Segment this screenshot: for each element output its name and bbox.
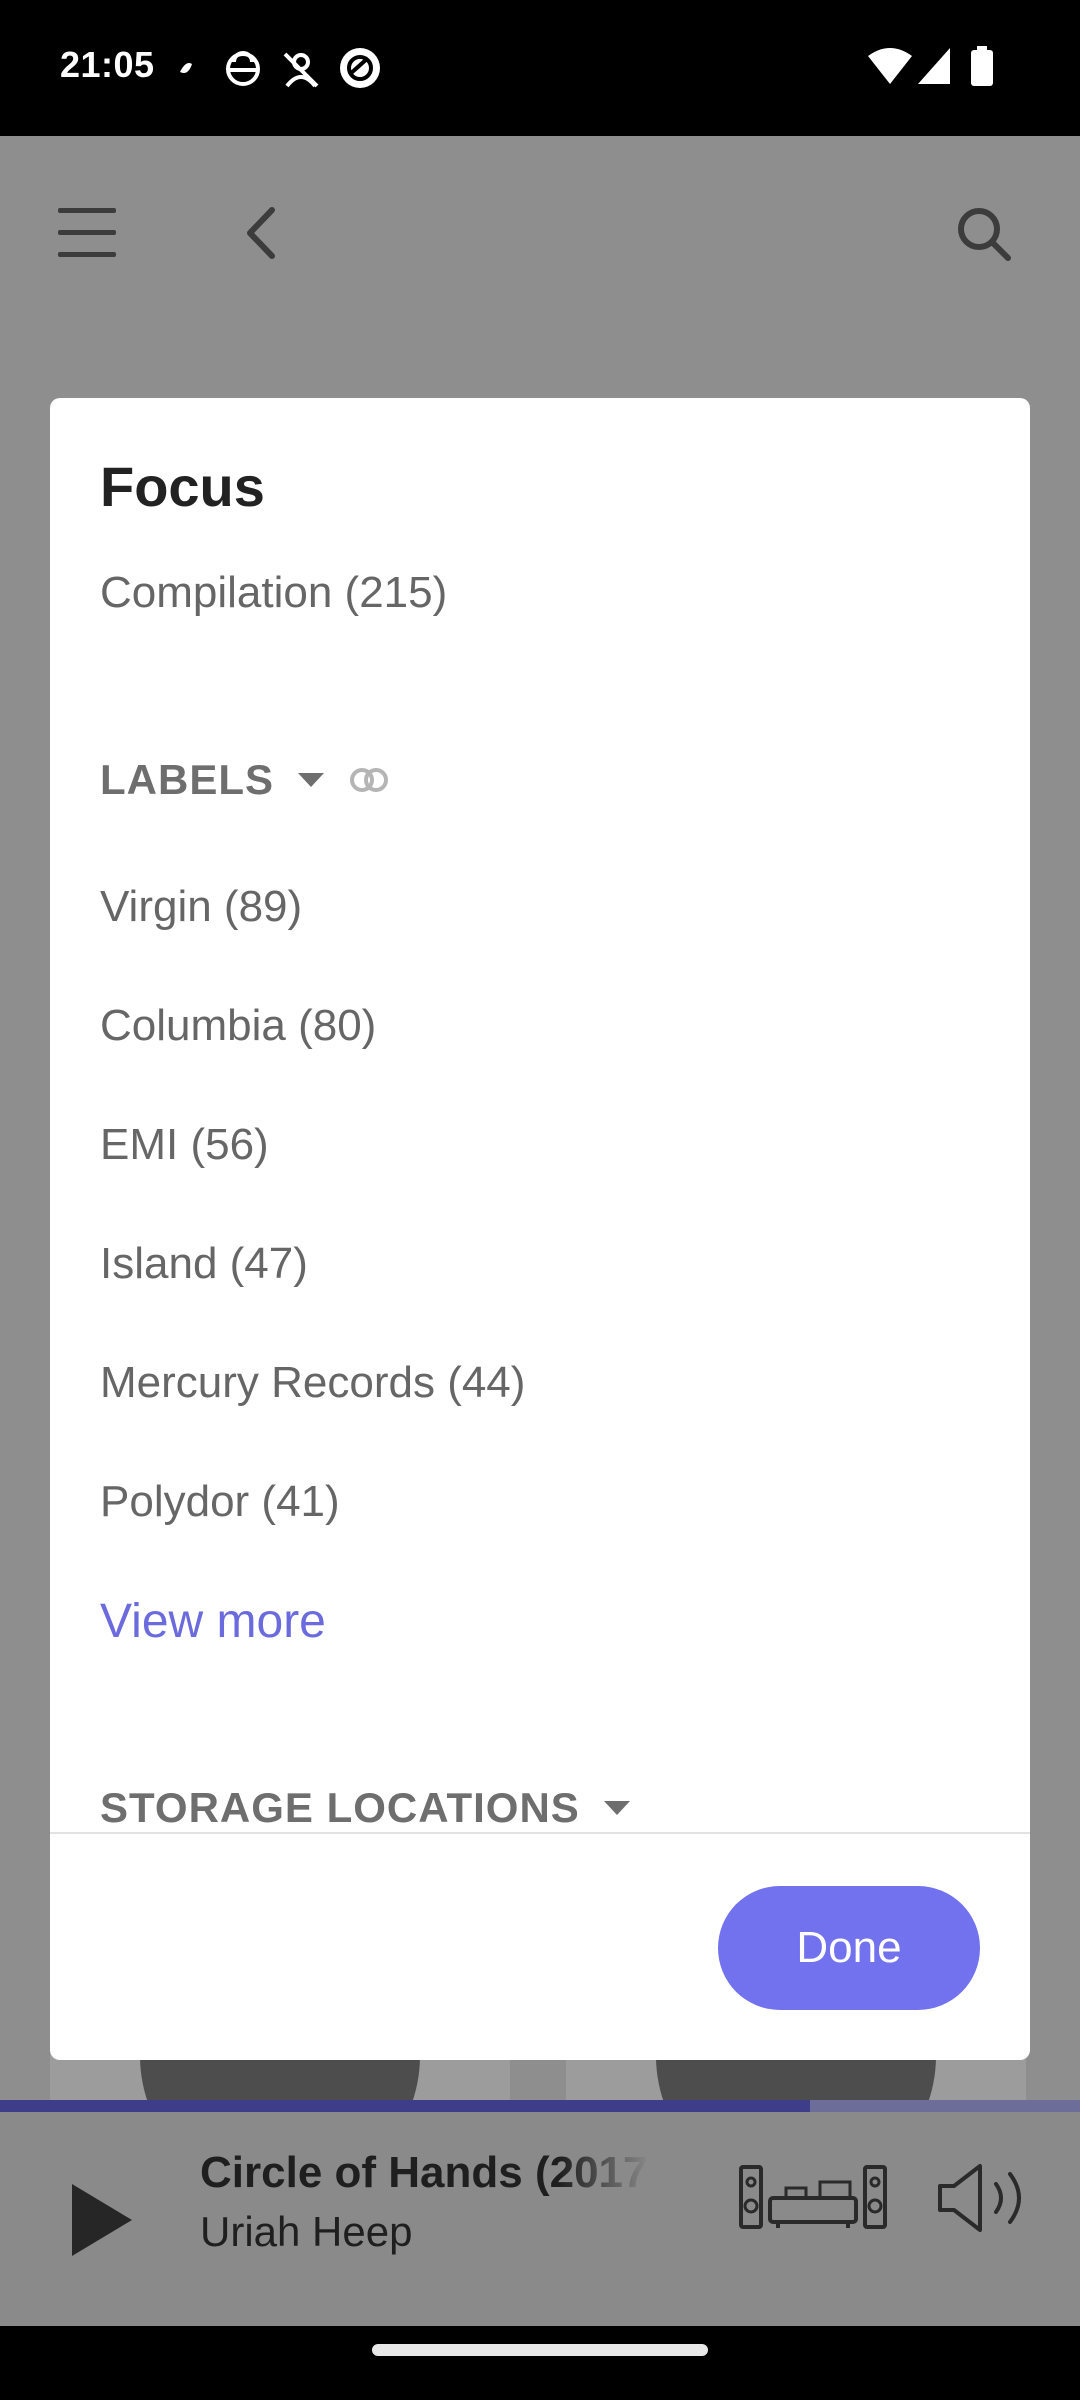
devices-icon[interactable] bbox=[738, 2164, 888, 2230]
no-person-icon bbox=[283, 52, 319, 88]
caret-down-icon bbox=[603, 1801, 630, 1815]
done-button[interactable]: Done bbox=[718, 1886, 980, 2010]
menu-icon[interactable] bbox=[58, 206, 116, 258]
view-more-link[interactable]: View more bbox=[100, 1594, 326, 1649]
status-time: 21:05 bbox=[60, 44, 155, 85]
link-rings-icon[interactable] bbox=[348, 766, 390, 794]
wifi-icon bbox=[868, 48, 912, 84]
dialog-divider bbox=[50, 1832, 1030, 1834]
playback-progress-fill bbox=[0, 2100, 810, 2112]
track-artist: Uriah Heep bbox=[200, 2208, 413, 2255]
filter-item-emi[interactable]: EMI (56) bbox=[100, 1120, 269, 1170]
dialog-title: Focus bbox=[100, 455, 265, 518]
dot-icon bbox=[180, 63, 192, 73]
labels-heading: LABELS bbox=[100, 756, 274, 803]
volume-icon[interactable] bbox=[936, 2162, 1032, 2234]
caret-down-icon bbox=[298, 773, 324, 787]
storage-heading: STORAGE LOCATIONS bbox=[100, 1784, 580, 1831]
status-bar: 21:05 bbox=[0, 0, 1080, 136]
back-icon[interactable] bbox=[244, 206, 278, 260]
search-icon[interactable] bbox=[956, 206, 1012, 262]
filter-item-mercury[interactable]: Mercury Records (44) bbox=[100, 1358, 525, 1408]
filter-item-columbia[interactable]: Columbia (80) bbox=[100, 1001, 376, 1051]
app-circle-icon bbox=[340, 48, 380, 88]
filter-item[interactable]: Compilation (215) bbox=[100, 568, 447, 618]
navigation-bar bbox=[0, 2326, 1080, 2400]
labels-section-header[interactable]: LABELS bbox=[100, 756, 390, 804]
mini-player[interactable]: Circle of Hands (2017 Uriah Heep bbox=[0, 2112, 1080, 2326]
filter-item-island[interactable]: Island (47) bbox=[100, 1239, 308, 1289]
playback-progress[interactable] bbox=[0, 2100, 1080, 2112]
home-gesture-handle[interactable] bbox=[372, 2344, 708, 2356]
filter-item-virgin[interactable]: Virgin (89) bbox=[100, 882, 302, 932]
cell-signal-icon bbox=[918, 48, 950, 84]
focus-dialog: Focus Compilation (215) LABELS Virgin (8… bbox=[50, 398, 1030, 2060]
battery-icon bbox=[971, 46, 993, 86]
play-icon[interactable] bbox=[70, 2182, 134, 2258]
cloud-sync-icon bbox=[226, 51, 260, 86]
storage-section-header[interactable]: STORAGE LOCATIONS bbox=[100, 1784, 630, 1832]
track-title: Circle of Hands (2017 bbox=[200, 2148, 648, 2197]
focus-dialog-scroll[interactable]: Focus Compilation (215) LABELS Virgin (8… bbox=[50, 398, 1030, 1832]
filter-item-polydor[interactable]: Polydor (41) bbox=[100, 1477, 340, 1527]
